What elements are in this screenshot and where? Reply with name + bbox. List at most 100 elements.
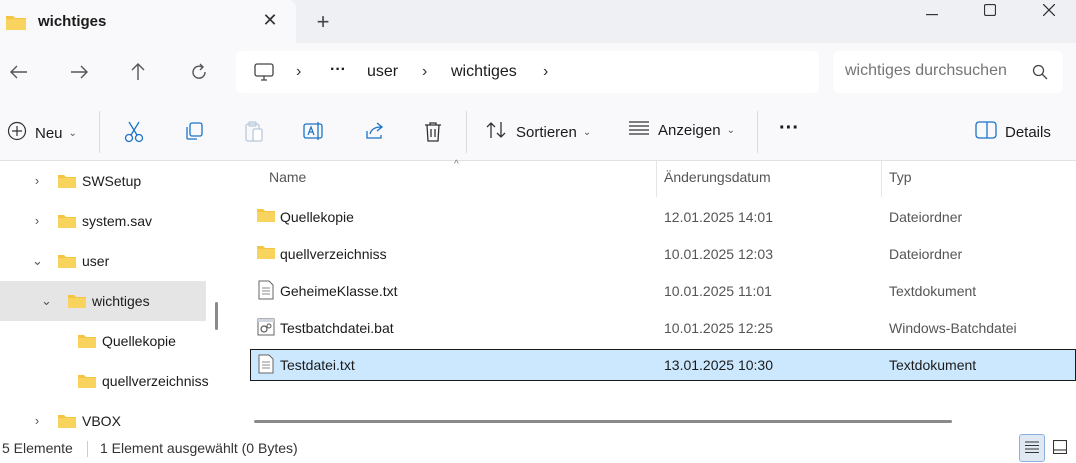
chevron-down-icon: ⌄ [582,126,592,138]
column-header-name[interactable]: Name [269,169,306,185]
folder-icon [256,207,276,226]
chevron-right-icon[interactable]: › [32,413,42,428]
new-button[interactable]: Neu ⌄ [7,121,77,145]
forward-button[interactable] [67,61,91,85]
arrow-left-icon [10,65,28,82]
sidebar-item-system-sav[interactable]: › system.sav [0,201,206,241]
rename-button[interactable] [303,121,325,145]
search-input[interactable] [845,62,1015,80]
item-count: 5 Elemente [2,440,73,456]
tab-wichtiges[interactable]: wichtiges ✕ [0,0,296,43]
sidebar-item-label: quellverzeichniss [102,373,209,389]
sort-button[interactable]: Sortieren ⌄ [486,121,591,143]
text-file-icon [258,280,274,303]
view-label: Anzeigen [658,121,721,139]
chevron-down-icon: ⌄ [68,127,77,139]
breadcrumb-wichtiges[interactable]: wichtiges [451,63,517,81]
file-row-testbatchdatei[interactable]: Testbatchdatei.bat 10.01.2025 12:25 Wind… [250,312,1076,344]
selection-info: 1 Element ausgewählt (0 Bytes) [100,440,298,456]
navigation-pane: › SWSetup › system.sav ⌄ user ⌄ wichtige… [0,161,220,432]
folder-icon [5,13,27,34]
horizontal-scrollbar[interactable] [254,420,952,423]
paste-button[interactable] [244,121,264,147]
folder-icon [57,413,77,432]
file-date: 13.01.2025 10:30 [664,357,773,373]
back-button[interactable] [7,61,31,85]
sidebar-scrollbar[interactable] [215,302,218,330]
chevron-down-icon[interactable]: ⌄ [41,293,52,309]
new-tab-button[interactable]: + [313,11,333,33]
file-row-quellverzeichniss[interactable]: quellverzeichniss 10.01.2025 12:03 Datei… [250,238,1076,270]
file-row-testdatei[interactable]: Testdatei.txt 13.01.2025 10:30 Textdokum… [250,349,1076,381]
column-divider[interactable] [881,161,882,197]
file-type: Windows-Batchdatei [889,320,1017,336]
chevron-right-icon[interactable]: › [32,213,42,228]
column-divider[interactable] [656,161,657,197]
delete-button[interactable] [423,121,443,147]
sidebar-item-label: user [82,253,110,269]
tab-close-button[interactable]: ✕ [262,10,278,30]
file-date: 10.01.2025 12:03 [664,246,773,262]
rename-icon [303,121,325,145]
sidebar-item-label: Quellekopie [102,333,176,349]
file-date: 10.01.2025 11:01 [664,283,772,299]
file-type: Dateiordner [889,246,963,262]
folder-icon [57,213,77,232]
close-window-button[interactable] [1025,0,1073,22]
folder-icon [77,373,97,392]
sidebar-item-quellekopie[interactable]: Quellekopie [0,321,206,361]
copy-button[interactable] [184,121,204,145]
batch-file-icon [257,318,275,339]
computer-icon [254,63,274,84]
cut-button[interactable] [124,121,144,147]
column-header-type[interactable]: Typ [889,169,912,185]
breadcrumb-chevron-icon: › [543,63,549,80]
file-name: quellverzeichniss [280,246,387,262]
share-button[interactable] [364,121,386,145]
toolbar-separator [466,111,467,153]
file-row-geheimeklasse[interactable]: GeheimeKlasse.txt 10.01.2025 11:01 Textd… [250,275,1076,307]
status-separator [87,441,88,457]
plus-circle-icon [7,121,27,145]
file-list: ^ Name Änderungsdatum Typ Quellekopie 12… [232,159,1076,432]
chevron-down-icon[interactable]: ⌄ [32,253,43,269]
chevron-down-icon: ⌄ [726,124,735,136]
up-button[interactable] [126,61,150,85]
chevron-right-icon[interactable]: › [32,173,42,188]
breadcrumb-ellipsis[interactable]: ··· [330,61,346,79]
refresh-button[interactable] [187,61,211,85]
details-view-icon [1025,440,1039,456]
file-row-quellekopie[interactable]: Quellekopie 12.01.2025 14:01 Dateiordner [250,201,1076,233]
file-date: 12.01.2025 14:01 [664,209,773,225]
sidebar-item-label: SWSetup [82,173,142,189]
toolbar-separator [757,111,758,153]
search-box[interactable] [833,51,1063,93]
details-view-button[interactable] [1019,434,1045,462]
breadcrumb-chevron-icon: › [296,63,302,80]
folder-icon [256,244,276,263]
tiles-view-icon [1052,439,1068,457]
tab-title: wichtiges [38,13,107,30]
view-button[interactable]: Anzeigen ⌄ [628,121,735,139]
minimize-button[interactable] [908,0,956,22]
details-button[interactable]: Details [975,121,1051,143]
details-pane-icon [975,121,997,143]
toolbar-separator [99,111,100,153]
column-header-date[interactable]: Änderungsdatum [664,169,771,185]
file-type: Textdokument [889,357,977,373]
minimize-icon [926,3,938,19]
sidebar-item-swsetup[interactable]: › SWSetup [0,161,206,201]
sidebar-item-user[interactable]: ⌄ user [0,241,206,281]
more-options-button[interactable]: ··· [779,117,799,140]
maximize-button[interactable] [966,0,1014,22]
sidebar-item-wichtiges[interactable]: ⌄ wichtiges [0,281,206,321]
breadcrumb-user[interactable]: user [367,63,398,81]
sidebar-item-vbox[interactable]: › VBOX [0,401,206,432]
file-type: Textdokument [889,283,977,299]
trash-icon [423,121,443,147]
status-bar: 5 Elemente 1 Element ausgewählt (0 Bytes… [0,432,1076,463]
tiles-view-button[interactable] [1047,434,1073,462]
file-date: 10.01.2025 12:25 [664,320,773,336]
address-bar[interactable]: › ··· user › wichtiges › [236,51,819,93]
sidebar-item-quellverzeichniss[interactable]: quellverzeichniss [0,361,209,401]
